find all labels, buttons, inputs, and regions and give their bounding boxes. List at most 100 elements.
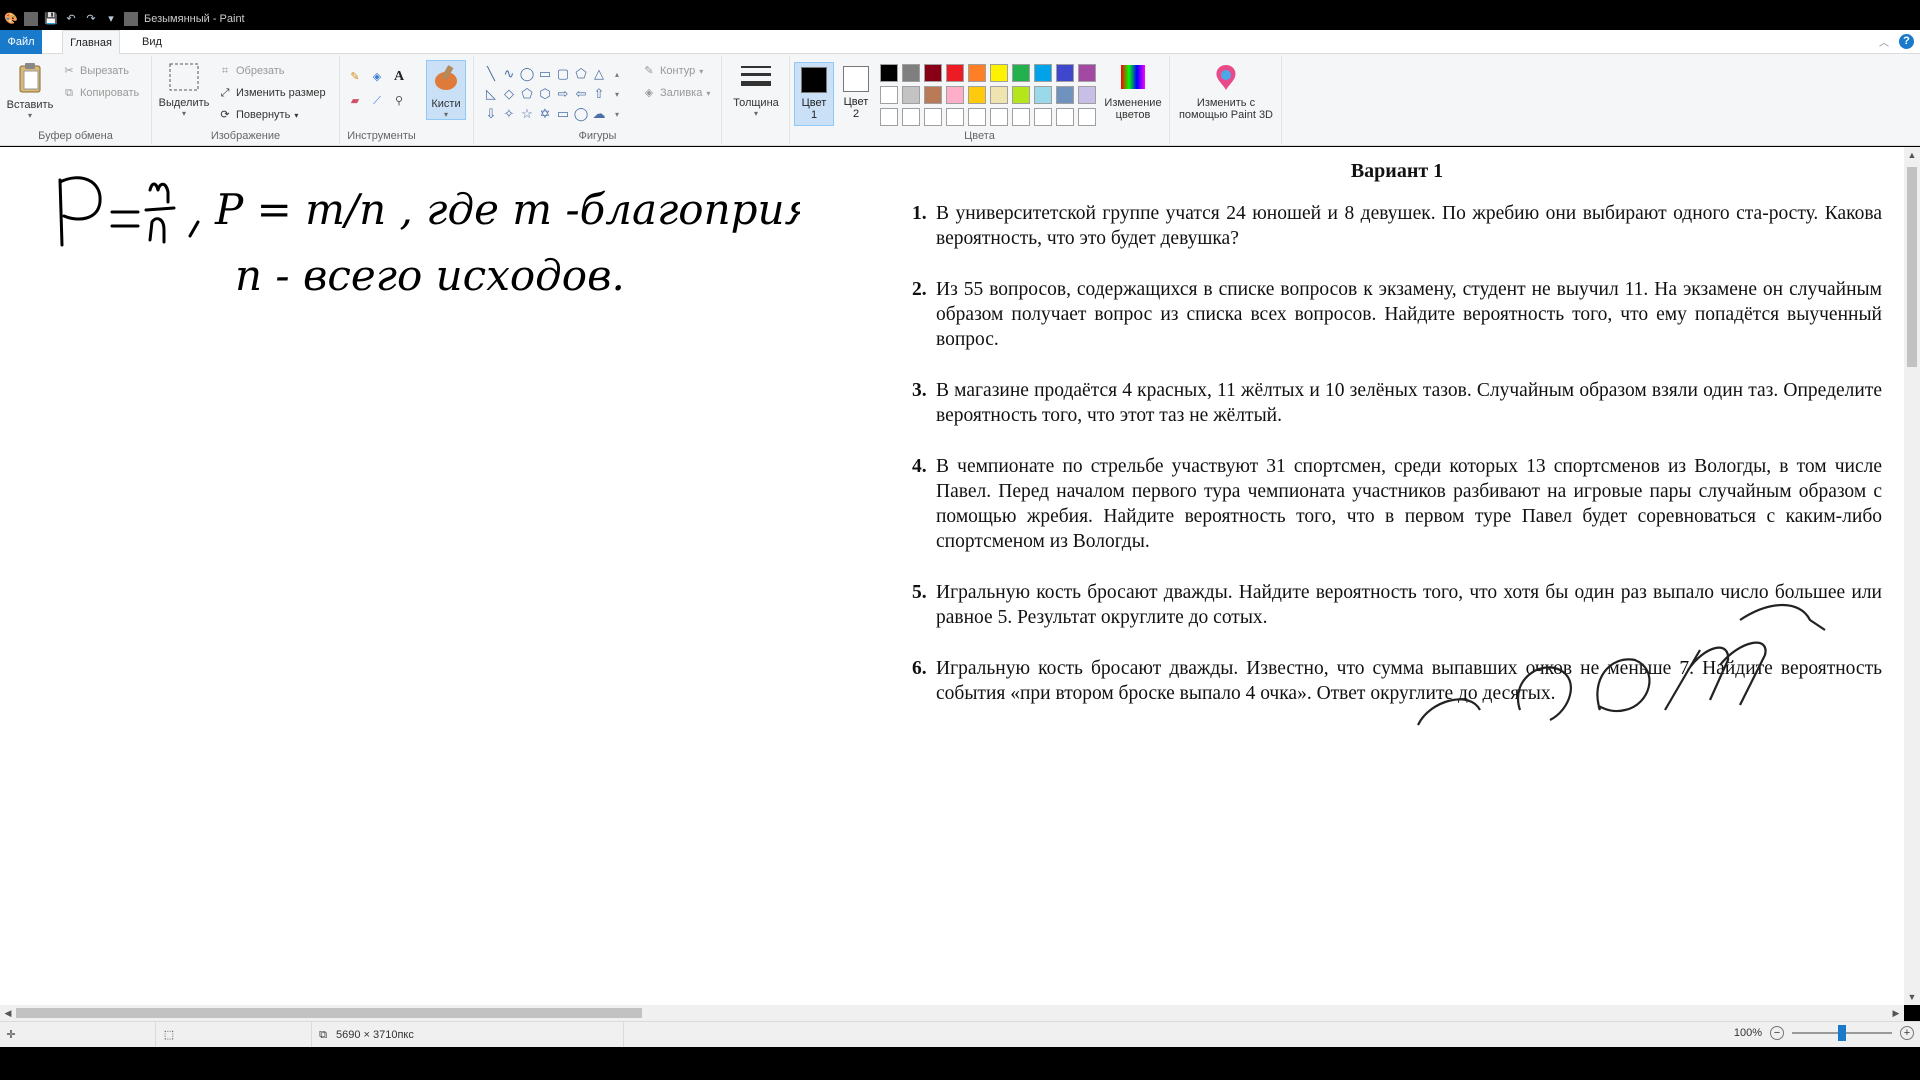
scroll-left-icon[interactable]: ◀ (0, 1005, 16, 1021)
left-arrow-shape-icon[interactable]: ⇦ (572, 84, 590, 104)
right-triangle-shape-icon[interactable]: ◺ (482, 84, 500, 104)
fill-bucket-icon[interactable]: ◈ (370, 70, 384, 84)
palette-color-swatch[interactable] (924, 64, 942, 82)
redo-icon[interactable]: ↷ (84, 12, 98, 26)
scroll-right-icon[interactable]: ▶ (1888, 1005, 1904, 1021)
palette-color-swatch[interactable] (1012, 64, 1030, 82)
palette-color-swatch[interactable] (990, 86, 1008, 104)
palette-color-swatch[interactable] (902, 108, 920, 126)
help-icon[interactable]: ? (1899, 34, 1914, 49)
palette-color-swatch[interactable] (1078, 86, 1096, 104)
rounded-rectangle-shape-icon[interactable]: ▢ (554, 64, 572, 84)
palette-color-swatch[interactable] (880, 64, 898, 82)
rect-callout-shape-icon[interactable]: ▭ (554, 104, 572, 124)
paste-button[interactable]: Вставить ▾ (4, 62, 56, 120)
palette-color-swatch[interactable] (880, 86, 898, 104)
palette-color-swatch[interactable] (968, 64, 986, 82)
zoom-level: 100% (1733, 1027, 1762, 1039)
horizontal-scroll-thumb[interactable] (16, 1008, 642, 1018)
palette-color-swatch[interactable] (968, 86, 986, 104)
diamond-shape-icon[interactable]: ◇ (500, 84, 518, 104)
undo-icon[interactable]: ↶ (64, 12, 78, 26)
five-point-star-shape-icon[interactable]: ☆ (518, 104, 536, 124)
edit-colors-button[interactable]: Изменение цветов (1100, 62, 1166, 121)
palette-color-swatch[interactable] (968, 108, 986, 126)
scroll-down-icon[interactable]: ▾ (608, 84, 626, 104)
customize-quick-access-icon[interactable]: ▾ (104, 12, 118, 26)
palette-color-swatch[interactable] (1078, 64, 1096, 82)
up-arrow-shape-icon[interactable]: ⇧ (590, 84, 608, 104)
color-picker-icon[interactable]: ⟋ (370, 94, 384, 108)
tab-home[interactable]: Главная (62, 30, 120, 55)
palette-color-swatch[interactable] (880, 108, 898, 126)
palette-color-swatch[interactable] (1034, 64, 1052, 82)
oval-callout-shape-icon[interactable]: ◯ (572, 104, 590, 124)
brushes-button[interactable]: Кисти ▾ (426, 60, 466, 120)
scroll-up-icon[interactable]: ▴ (608, 64, 626, 84)
palette-color-swatch[interactable] (1056, 86, 1074, 104)
collapse-ribbon-icon[interactable]: ︿ (1879, 34, 1889, 49)
polygon-shape-icon[interactable]: ⬠ (572, 64, 590, 84)
pentagon-shape-icon[interactable]: ⬠ (518, 84, 536, 104)
zoom-out-icon[interactable]: − (1770, 1026, 1784, 1040)
tab-view[interactable]: Вид (132, 30, 172, 54)
palette-color-swatch[interactable] (1012, 108, 1030, 126)
copy-button[interactable]: ⧉ Копировать (62, 86, 139, 100)
pencil-icon[interactable]: ✎ (348, 70, 362, 84)
task-number: 4. (912, 456, 927, 477)
palette-color-swatch[interactable] (1056, 64, 1074, 82)
palette-color-swatch[interactable] (924, 86, 942, 104)
paint3d-button[interactable]: Изменить с помощью Paint 3D (1174, 62, 1278, 121)
save-icon[interactable]: 💾 (44, 12, 58, 26)
down-arrow-shape-icon[interactable]: ⇩ (482, 104, 500, 124)
palette-color-swatch[interactable] (902, 86, 920, 104)
triangle-shape-icon[interactable]: △ (590, 64, 608, 84)
line-shape-icon[interactable]: ╲ (482, 64, 500, 84)
four-point-star-shape-icon[interactable]: ✧ (500, 104, 518, 124)
palette-color-swatch[interactable] (924, 108, 942, 126)
outline-button[interactable]: ✎ Контур ▾ (642, 64, 703, 78)
palette-color-swatch[interactable] (1078, 108, 1096, 126)
paint-app-icon[interactable]: 🎨 (4, 12, 18, 26)
vertical-scroll-thumb[interactable] (1907, 167, 1917, 367)
scroll-down-icon[interactable]: ▼ (1904, 989, 1920, 1005)
cut-button[interactable]: ✂ Вырезать (62, 64, 129, 78)
palette-color-swatch[interactable] (1034, 108, 1052, 126)
select-button[interactable]: Выделить ▾ (158, 62, 210, 118)
text-tool-icon[interactable]: A (392, 70, 406, 84)
zoom-slider[interactable] (1792, 1025, 1892, 1041)
palette-color-swatch[interactable] (1034, 86, 1052, 104)
crop-button[interactable]: ⌗ Обрезать (218, 64, 285, 78)
six-point-star-shape-icon[interactable]: ✡ (536, 104, 554, 124)
zoom-controls: 100% − + (1733, 1025, 1914, 1041)
palette-color-swatch[interactable] (946, 64, 964, 82)
palette-color-swatch[interactable] (902, 64, 920, 82)
palette-color-swatch[interactable] (1012, 86, 1030, 104)
palette-color-swatch[interactable] (946, 86, 964, 104)
scroll-up-icon[interactable]: ▲ (1904, 147, 1920, 163)
thickness-button[interactable]: Толщина ▾ (728, 62, 784, 118)
magnifier-icon[interactable]: ⚲ (392, 94, 406, 108)
color2-button[interactable]: Цвет 2 (836, 62, 876, 126)
right-arrow-shape-icon[interactable]: ⇨ (554, 84, 572, 104)
rotate-button[interactable]: ⟳ Повернуть ▾ (218, 108, 298, 122)
fill-button[interactable]: ◈ Заливка ▾ (642, 86, 711, 100)
oval-shape-icon[interactable]: ◯ (518, 64, 536, 84)
hexagon-shape-icon[interactable]: ⬡ (536, 84, 554, 104)
curve-shape-icon[interactable]: ∿ (500, 64, 518, 84)
zoom-slider-thumb[interactable] (1838, 1025, 1846, 1041)
palette-color-swatch[interactable] (990, 64, 1008, 82)
zoom-in-icon[interactable]: + (1900, 1026, 1914, 1040)
more-shapes-icon[interactable]: ▾ (608, 104, 626, 124)
tab-file[interactable]: Файл (0, 30, 42, 54)
horizontal-scrollbar[interactable]: ◀ ▶ (0, 1005, 1904, 1021)
palette-color-swatch[interactable] (1056, 108, 1074, 126)
eraser-icon[interactable]: ▰ (348, 94, 362, 108)
palette-color-swatch[interactable] (990, 108, 1008, 126)
color1-button[interactable]: Цвет 1 (794, 62, 834, 126)
palette-color-swatch[interactable] (946, 108, 964, 126)
cloud-callout-shape-icon[interactable]: ☁ (590, 104, 608, 124)
vertical-scrollbar[interactable]: ▲ ▼ (1904, 147, 1920, 1005)
rectangle-shape-icon[interactable]: ▭ (536, 64, 554, 84)
resize-button[interactable]: ⤢ Изменить размер (218, 86, 326, 100)
